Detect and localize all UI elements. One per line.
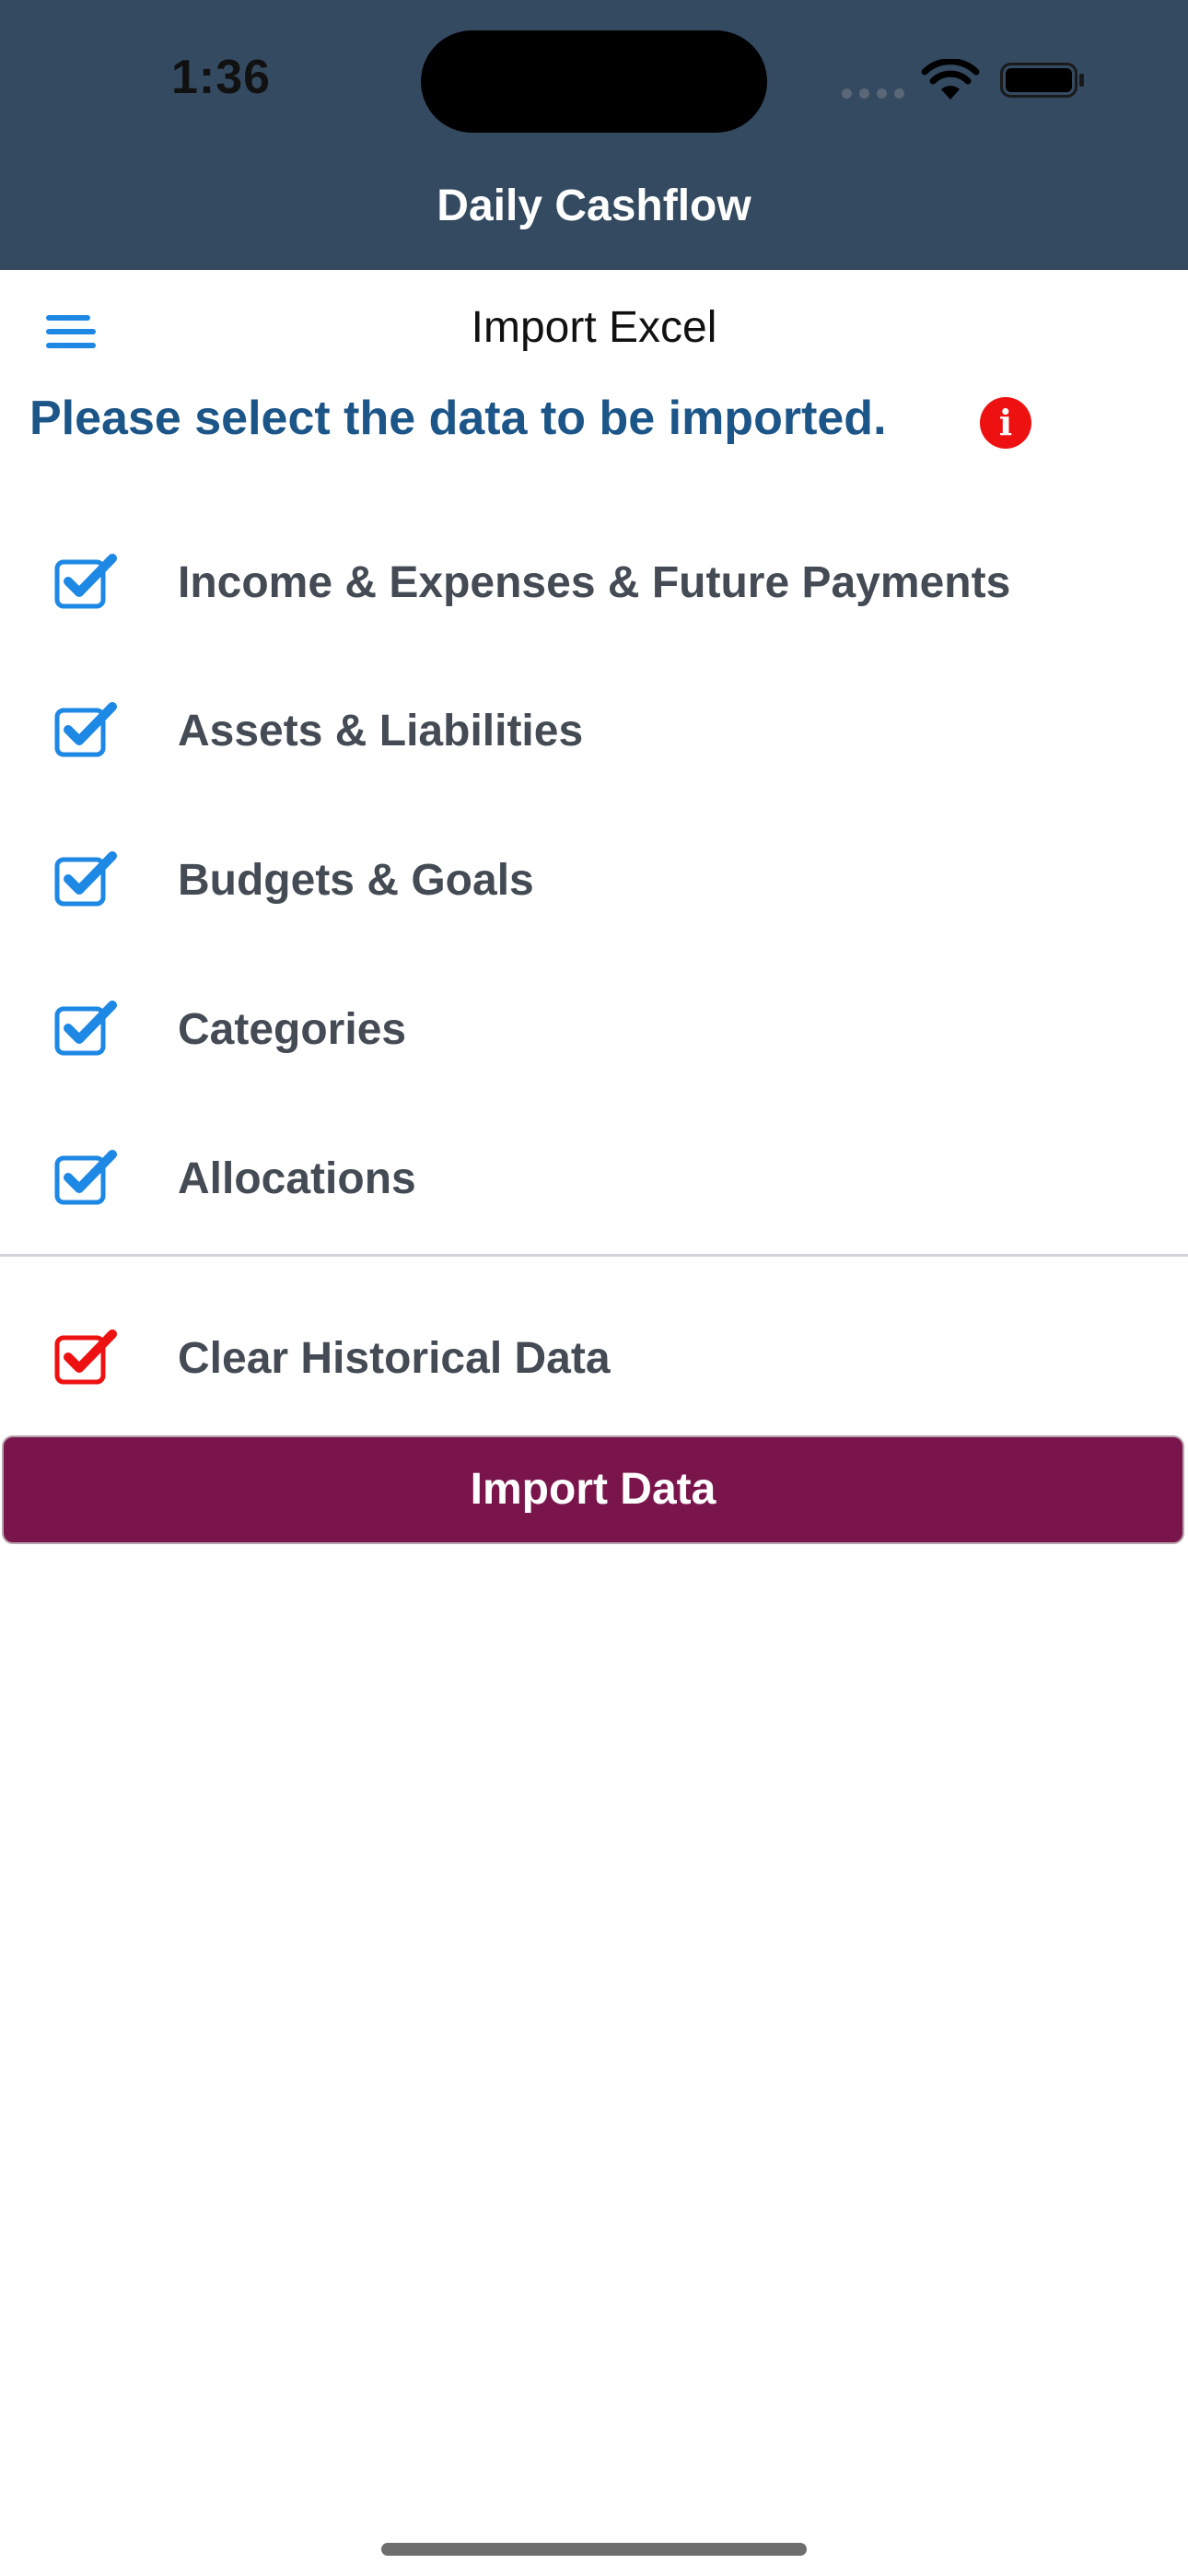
option-label: Budgets & Goals <box>178 856 534 905</box>
home-indicator[interactable] <box>381 2543 807 2556</box>
dynamic-island <box>421 30 767 133</box>
option-label: Assets & Liabilities <box>178 707 584 755</box>
wifi-icon <box>921 59 980 100</box>
import-data-button[interactable]: Import Data <box>2 1435 1184 1544</box>
option-label: Income & Expenses & Future Payments <box>178 558 1011 607</box>
top-bar: 1:36 Daily Cashflow <box>0 0 1188 270</box>
cellular-signal-icon <box>842 88 906 99</box>
status-time: 1:36 <box>171 51 272 104</box>
divider <box>0 1254 1188 1257</box>
option-budgets-goals[interactable]: Budgets & Goals <box>0 825 1188 935</box>
app-title: Daily Cashflow <box>437 181 751 230</box>
option-income-expenses[interactable]: Income & Expenses & Future Payments <box>0 527 1188 638</box>
checkbox-checked-icon[interactable] <box>53 851 118 908</box>
checkbox-checked-icon[interactable] <box>53 1001 118 1058</box>
page-title: Import Excel <box>471 303 717 352</box>
info-icon[interactable]: i <box>980 397 1031 449</box>
checkbox-checked-icon[interactable] <box>53 1150 118 1207</box>
option-clear-historical-data[interactable]: Clear Historical Data <box>0 1303 1188 1413</box>
option-categories[interactable]: Categories <box>0 974 1188 1084</box>
checkbox-checked-icon[interactable] <box>53 1329 118 1387</box>
option-label: Clear Historical Data <box>178 1334 611 1383</box>
checkbox-checked-icon[interactable] <box>53 702 118 759</box>
instruction-text: Please select the data to be imported. <box>29 392 887 445</box>
option-label: Allocations <box>178 1154 416 1203</box>
checkbox-checked-icon[interactable] <box>53 554 118 611</box>
option-assets-liabilities[interactable]: Assets & Liabilities <box>0 675 1188 786</box>
option-allocations[interactable]: Allocations <box>0 1123 1188 1234</box>
option-label: Categories <box>178 1005 407 1054</box>
battery-icon <box>1000 63 1084 98</box>
